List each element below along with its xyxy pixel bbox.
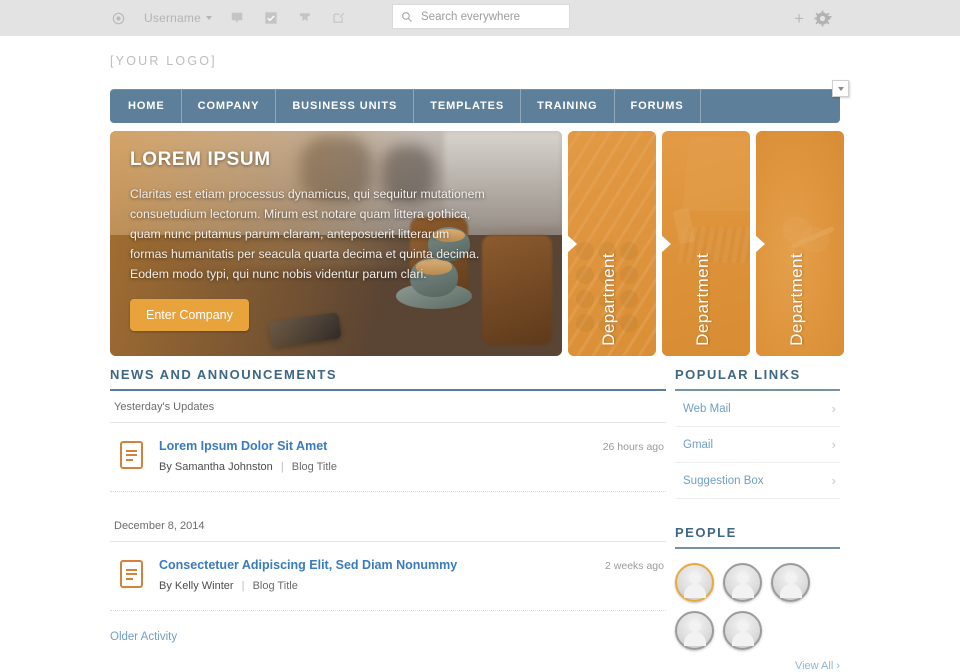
department-label: Department (787, 253, 806, 346)
section-divider (110, 389, 666, 391)
username-menu[interactable]: Username (144, 11, 212, 25)
chevron-notch-icon (568, 234, 577, 253)
nav-item-training[interactable]: TRAINING (521, 89, 615, 123)
page-container: HOME COMPANY BUSINESS UNITS TEMPLATES TR… (110, 80, 849, 672)
news-item-body: Consectetuer Adipiscing Elit, Sed Diam N… (159, 558, 457, 592)
nav-item-templates[interactable]: TEMPLATES (414, 89, 522, 123)
sidebar-column: POPULAR LINKS Web Mail › Gmail › Suggest… (675, 367, 840, 672)
hero-body-text: Claritas est etiam processus dynamicus, … (130, 187, 485, 281)
link-label: Suggestion Box (683, 474, 764, 487)
news-item-title[interactable]: Consectetuer Adipiscing Elit, Sed Diam N… (159, 558, 457, 572)
username-label: Username (144, 11, 201, 25)
hero-content: LOREM IPSUM Claritas est etiam processus… (130, 149, 536, 285)
chevron-right-icon: › (831, 473, 836, 488)
chevron-down-icon (837, 86, 844, 91)
chevron-notch-icon (662, 234, 671, 253)
news-item-author: By Kelly Winter (159, 580, 234, 592)
speech-bubble-icon[interactable] (229, 10, 246, 27)
page-logo[interactable]: [YOUR LOGO] (110, 54, 960, 68)
enter-company-button[interactable]: Enter Company (130, 299, 249, 331)
link-label: Gmail (683, 438, 714, 451)
content-area: NEWS AND ANNOUNCEMENTS Yesterday's Updat… (110, 367, 840, 672)
toolbar-left-group: Username (110, 10, 348, 27)
news-item-title[interactable]: Lorem Ipsum Dolor Sit Amet (159, 439, 337, 453)
avatar[interactable] (771, 563, 810, 602)
nav-dropdown-button[interactable] (832, 80, 849, 97)
chevron-right-icon: › (831, 401, 836, 416)
avatar[interactable] (723, 563, 762, 602)
gear-icon[interactable] (814, 10, 832, 27)
news-group-date: December 8, 2014 (110, 510, 666, 542)
link-label: Web Mail (683, 402, 731, 415)
department-label: Department (599, 253, 618, 346)
hero-title: LOREM IPSUM (130, 149, 271, 170)
news-column: NEWS AND ANNOUNCEMENTS Yesterday's Updat… (110, 367, 666, 672)
plus-icon[interactable]: + (794, 10, 804, 27)
news-heading: NEWS AND ANNOUNCEMENTS (110, 367, 338, 382)
chevron-notch-icon (756, 234, 765, 253)
nav-item-home[interactable]: HOME (110, 89, 182, 123)
view-all-link[interactable]: View All › (675, 660, 840, 672)
circle-avatar-icon[interactable] (110, 10, 127, 27)
popular-link-web-mail[interactable]: Web Mail › (675, 391, 840, 427)
popular-link-suggestion-box[interactable]: Suggestion Box › (675, 463, 840, 499)
news-item[interactable]: Lorem Ipsum Dolor Sit Amet By Samantha J… (110, 423, 666, 492)
news-item[interactable]: Consectetuer Adipiscing Elit, Sed Diam N… (110, 542, 666, 611)
nav-item-company[interactable]: COMPANY (182, 89, 277, 123)
news-item-body: Lorem Ipsum Dolor Sit Amet By Samantha J… (159, 439, 337, 473)
search-icon (401, 11, 413, 23)
hero-banner: LOREM IPSUM Claritas est etiam processus… (110, 131, 562, 356)
document-icon (120, 560, 143, 588)
news-group-date: Yesterday's Updates (110, 391, 666, 423)
section-divider (675, 547, 840, 549)
news-item-author: By Samantha Johnston (159, 461, 273, 473)
department-panel-3[interactable]: Department (756, 131, 844, 356)
nav-item-business-units[interactable]: BUSINESS UNITS (276, 89, 415, 123)
avatar[interactable] (675, 611, 714, 650)
main-navigation: HOME COMPANY BUSINESS UNITS TEMPLATES TR… (110, 80, 849, 123)
hero-row: LOREM IPSUM Claritas est etiam processus… (110, 131, 844, 356)
top-toolbar: Username + (0, 0, 960, 36)
avatar[interactable] (723, 611, 762, 650)
department-panel-1[interactable]: Department (568, 131, 656, 356)
search-input[interactable] (419, 9, 561, 24)
meta-separator: | (241, 580, 245, 592)
people-heading: PEOPLE (675, 525, 737, 540)
avatar[interactable] (675, 563, 714, 602)
document-icon (120, 441, 143, 469)
chevron-right-icon: › (831, 437, 836, 452)
compose-icon[interactable] (331, 10, 348, 27)
popular-links-heading: POPULAR LINKS (675, 367, 801, 382)
people-avatar-grid (675, 563, 825, 650)
older-activity-link[interactable]: Older Activity (110, 631, 177, 643)
news-item-blog: Blog Title (291, 461, 337, 473)
news-item-timestamp: 2 weeks ago (605, 560, 664, 572)
nav-item-forums[interactable]: FORUMS (615, 89, 701, 123)
checkbox-check-icon[interactable] (263, 10, 280, 27)
popular-link-gmail[interactable]: Gmail › (675, 427, 840, 463)
department-label: Department (693, 253, 712, 346)
section-divider (675, 389, 840, 391)
chevron-down-icon (205, 16, 212, 20)
search-box[interactable] (392, 4, 570, 29)
news-item-meta: By Kelly Winter | Blog Title (159, 580, 457, 592)
bookmark-icon[interactable] (297, 10, 314, 27)
meta-separator: | (280, 461, 284, 473)
department-panel-2[interactable]: Department (662, 131, 750, 356)
news-item-timestamp: 26 hours ago (602, 441, 664, 453)
news-item-blog: Blog Title (252, 580, 298, 592)
news-item-meta: By Samantha Johnston | Blog Title (159, 461, 337, 473)
